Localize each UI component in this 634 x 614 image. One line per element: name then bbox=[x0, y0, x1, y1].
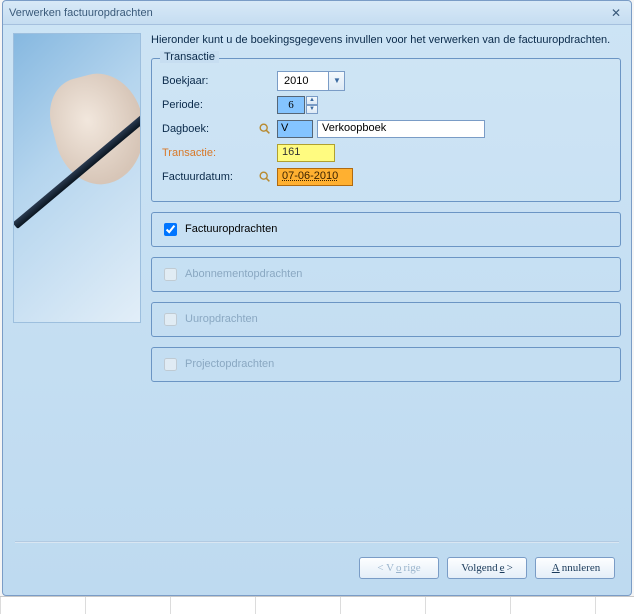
checkbox-projectopdrachten bbox=[164, 358, 177, 371]
dialog-body: Hieronder kunt u de boekingsgegevens inv… bbox=[3, 25, 631, 547]
footer-separator bbox=[15, 541, 619, 543]
label-dagboek: Dagboek: bbox=[162, 123, 257, 135]
row-factuurdatum: Factuurdatum: 07-06-2010 bbox=[162, 165, 610, 189]
boekjaar-value: 2010 bbox=[278, 75, 328, 87]
option-factuuropdrachten[interactable]: Factuuropdrachten bbox=[151, 212, 621, 247]
dagboek-name-input[interactable]: Verkoopboek bbox=[317, 120, 485, 138]
boekjaar-combo[interactable]: 2010 ▼ bbox=[277, 71, 345, 91]
option-label: Projectopdrachten bbox=[185, 358, 274, 370]
option-label: Uuropdrachten bbox=[185, 313, 258, 325]
label-boekjaar: Boekjaar: bbox=[162, 75, 257, 87]
spinner-down-icon[interactable]: ▼ bbox=[306, 105, 318, 114]
vorige-button: < Vorige bbox=[359, 557, 439, 579]
background-grid bbox=[0, 596, 634, 614]
spinner-up-icon[interactable]: ▲ bbox=[306, 96, 318, 105]
dagboek-code-input[interactable]: V bbox=[277, 120, 313, 138]
dialog-footer: < Vorige Volgende > Annuleren bbox=[3, 547, 631, 595]
checkbox-factuuropdrachten[interactable] bbox=[164, 223, 177, 236]
row-boekjaar: Boekjaar: 2010 ▼ bbox=[162, 69, 610, 93]
factuurdatum-input[interactable]: 07-06-2010 bbox=[277, 168, 353, 186]
label-factuurdatum: Factuurdatum: bbox=[162, 171, 257, 183]
checkbox-uuropdrachten bbox=[164, 313, 177, 326]
chevron-down-icon[interactable]: ▼ bbox=[328, 72, 344, 90]
label-periode: Periode: bbox=[162, 99, 257, 111]
option-abonnementopdrachten: Abonnementopdrachten bbox=[151, 257, 621, 292]
periode-input[interactable] bbox=[277, 96, 305, 114]
option-uuropdrachten: Uuropdrachten bbox=[151, 302, 621, 337]
checkbox-abonnementopdrachten bbox=[164, 268, 177, 281]
volgende-button[interactable]: Volgende > bbox=[447, 557, 527, 579]
row-transactie: Transactie: 161 bbox=[162, 141, 610, 165]
option-projectopdrachten: Projectopdrachten bbox=[151, 347, 621, 382]
lookup-icon[interactable] bbox=[257, 121, 273, 137]
content-area: Hieronder kunt u de boekingsgegevens inv… bbox=[151, 33, 621, 537]
wizard-image bbox=[13, 33, 141, 323]
lookup-icon[interactable] bbox=[257, 169, 273, 185]
row-dagboek: Dagboek: V Verkoopboek bbox=[162, 117, 610, 141]
option-label: Abonnementopdrachten bbox=[185, 268, 302, 280]
row-periode: Periode: ▲ ▼ bbox=[162, 93, 610, 117]
titlebar[interactable]: Verwerken factuuropdrachten ✕ bbox=[3, 1, 631, 25]
periode-spinner[interactable]: ▲ ▼ bbox=[277, 96, 318, 114]
fieldset-legend: Transactie bbox=[160, 51, 219, 63]
dialog-verwerken-factuuropdrachten: Verwerken factuuropdrachten ✕ Hieronder … bbox=[2, 0, 632, 596]
option-label: Factuuropdrachten bbox=[185, 223, 277, 235]
annuleren-button[interactable]: Annuleren bbox=[535, 557, 615, 579]
window-title: Verwerken factuuropdrachten bbox=[9, 7, 607, 19]
close-icon[interactable]: ✕ bbox=[607, 5, 625, 21]
transactie-value: 161 bbox=[277, 144, 335, 162]
label-transactie: Transactie: bbox=[162, 147, 257, 159]
instruction-text: Hieronder kunt u de boekingsgegevens inv… bbox=[151, 33, 621, 48]
fieldset-transactie: Transactie Boekjaar: 2010 ▼ Periode: bbox=[151, 58, 621, 202]
